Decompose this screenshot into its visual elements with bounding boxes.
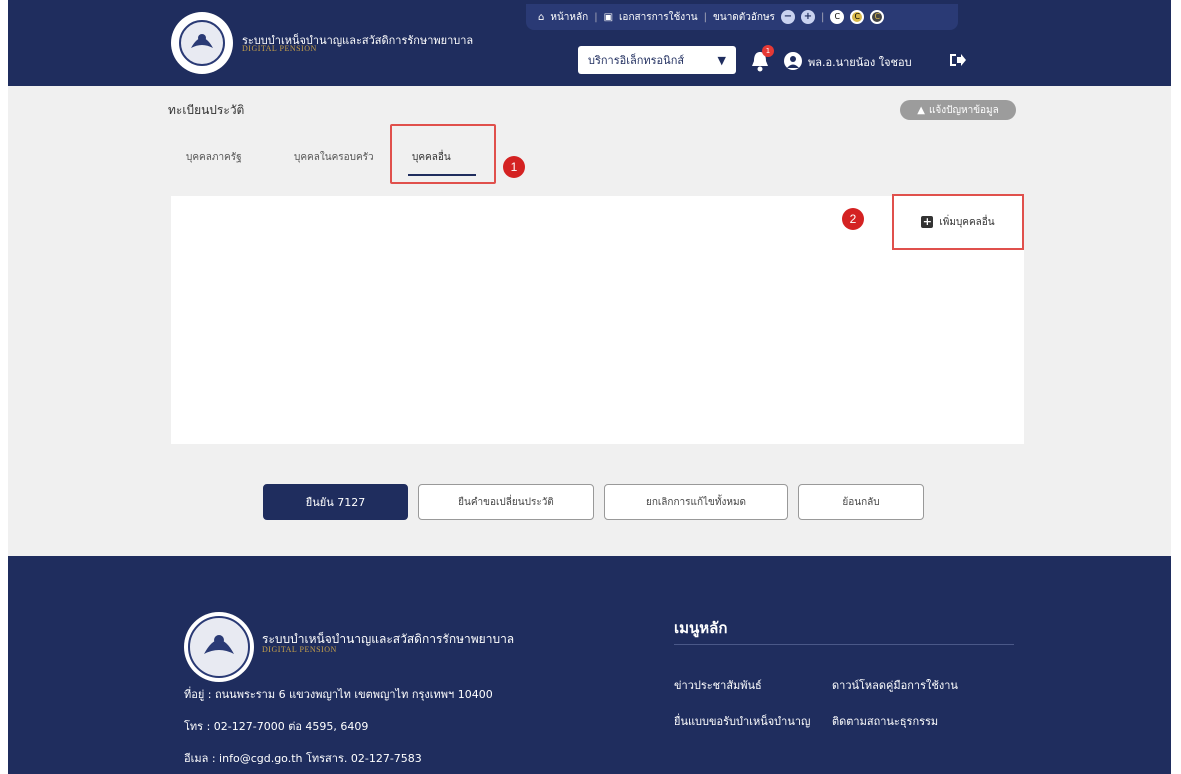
home-link[interactable]: หน้าหลัก [550,10,588,25]
footer-email: อีเมล : info@cgd.go.th โทรสาร. 02-127-75… [184,752,422,765]
user-name[interactable]: พล.อ.นายน้อง ใจชอบ [808,53,912,71]
report-problem-button[interactable]: ▲ แจ้งปัญหาข้อมูล [900,100,1016,120]
footer-address: ที่อยู่ : ถนนพระราม 6 แขวงพญาไท เขตพญาไท… [184,688,493,701]
edit-request-button[interactable]: ยืนคำขอเปลี่ยนประวัติ [418,484,594,520]
cancel-edits-button[interactable]: ยกเลิกการแก้ไขทั้งหมด [604,484,788,520]
manual-link[interactable]: เอกสารการใช้งาน [619,10,698,25]
add-button-label: เพิ่มบุคคลอื่น [939,216,995,228]
report-label: แจ้งปัญหาข้อมูล [928,104,999,116]
font-size-label: ขนาดตัวอักษร [713,11,775,23]
logout-icon[interactable] [948,52,966,68]
contrast-yellow-icon[interactable]: C [850,10,865,24]
logo[interactable] [171,12,233,74]
footer-phone: โทร : 02-127-7000 ต่อ 4595, 6409 [184,720,369,733]
step-marker-1: 1 [503,156,525,178]
zoom-out-icon[interactable]: − [780,10,795,24]
contrast-default-icon[interactable]: C [830,10,845,24]
top-header: ระบบบำเหน็จบำนาญและสวัสดิการรักษาพยาบาล … [8,0,1171,86]
plus-square-icon: + [921,215,934,228]
home-icon[interactable]: ⌂ [538,12,544,23]
footer-link-pension-request[interactable]: ยื่นแบบขอรับบำเหน็จบำนาญ [674,712,810,730]
page-title: ทะเบียนประวัติ [168,103,245,117]
tab-government-person[interactable]: บุคคลภาครัฐ [168,146,276,180]
footer-system-subtitle: DIGITAL PENSION [262,645,337,654]
action-bar: ยืนยัน 7127 ยืนคำขอเปลี่ยนประวัติ ยกเลิก… [263,484,924,520]
emblem-icon [179,20,225,66]
caret-down-icon: ▼ [717,53,726,67]
back-button[interactable]: ย้อนกลับ [798,484,924,520]
contrast-dark-icon[interactable]: C [870,10,885,24]
system-subtitle: DIGITAL PENSION [242,44,317,53]
top-links-bar: ⌂ หน้าหลัก | ▣ เอกสารการใช้งาน | ขนาดตัว… [526,4,958,30]
emblem-icon [188,616,250,678]
tab-family-member[interactable]: บุคคลในครอบครัว [276,146,394,180]
warning-icon: ▲ [917,104,925,116]
footer-divider [674,644,1014,645]
page-frame: ระบบบำเหน็จบำนาญและสวัสดิการรักษาพยาบาล … [8,0,1171,774]
footer-link-news[interactable]: ข่าวประชาสัมพันธ์ [674,676,762,694]
services-label: บริการอิเล็กทรอนิกส์ [588,54,685,67]
footer-link-manual[interactable]: ดาวน์โหลดคู่มือการใช้งาน [832,676,958,694]
zoom-in-icon[interactable]: + [800,10,815,24]
divider: | [820,11,825,23]
user-avatar-icon[interactable] [784,52,802,70]
divider: | [594,11,598,23]
annotation-highlight-tab [390,124,496,184]
footer-menu-title: เมนูหลัก [674,619,728,637]
divider: | [703,11,708,23]
footer-logo [184,612,254,682]
services-dropdown[interactable]: บริการอิเล็กทรอนิกส์ ▼ [578,46,736,74]
add-other-person-button[interactable]: + เพิ่มบุคคลอื่น [892,194,1024,250]
submit-button[interactable]: ยืนยัน 7127 [263,484,408,520]
footer: ระบบบำเหน็จบำนาญและสวัสดิการรักษาพยาบาล … [8,556,1171,774]
step-marker-2: 2 [842,208,864,230]
notification-badge: 1 [762,45,774,57]
footer-link-track-status[interactable]: ติดตามสถานะธุรกรรม [832,712,938,730]
manual-icon[interactable]: ▣ [604,12,613,23]
